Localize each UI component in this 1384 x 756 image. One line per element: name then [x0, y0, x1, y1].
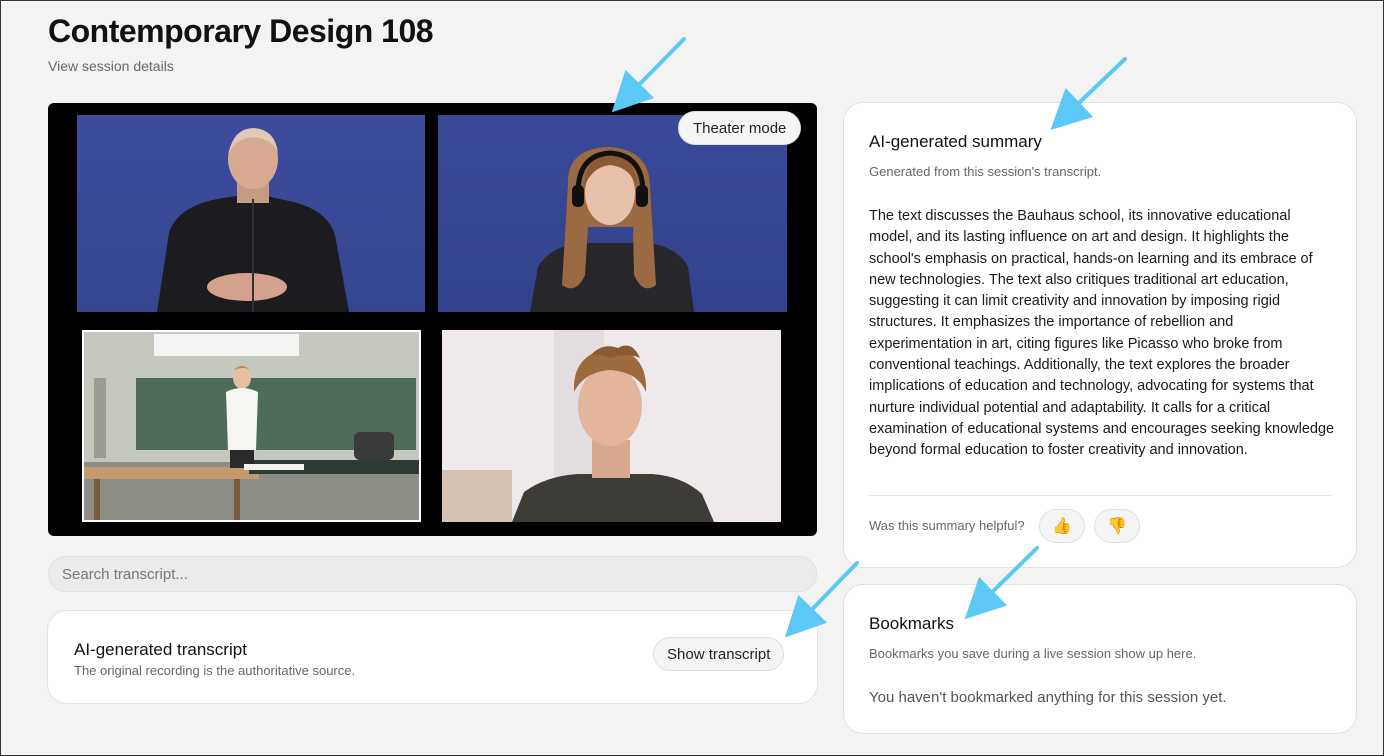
- bookmarks-title: Bookmarks: [869, 614, 955, 633]
- summary-subtitle: Generated from this session's transcript…: [869, 164, 1102, 179]
- page-subtitle: View session details: [48, 58, 174, 74]
- search-transcript-input[interactable]: [48, 556, 817, 592]
- summary-text: The text discusses the Bauhaus school, i…: [869, 208, 1335, 459]
- student-image: [442, 330, 781, 522]
- bookmarks-card: Bookmarks Bookmarks you save during a li…: [843, 584, 1357, 734]
- helpful-prompt: Was this summary helpful?: [869, 518, 1025, 533]
- classroom-lecturer-image: [84, 332, 419, 520]
- transcript-card: AI-generated transcript The original rec…: [47, 610, 818, 704]
- bookmarks-subtitle: Bookmarks you save during a live session…: [869, 646, 1197, 661]
- transcript-subtitle: The original recording is the authoritat…: [74, 663, 356, 678]
- summary-title: AI-generated summary: [869, 132, 1042, 151]
- video-tile-classroom: [82, 330, 421, 522]
- app-window: Contemporary Design 108 View session det…: [0, 0, 1384, 756]
- theater-mode-button[interactable]: Theater mode: [678, 111, 802, 145]
- video-player[interactable]: Theater mode: [48, 103, 817, 536]
- thumbs-down-icon: 👎: [1107, 518, 1127, 535]
- video-tile-interpreter-1: [77, 115, 425, 312]
- video-tile-student: [442, 330, 781, 522]
- thumbs-down-button[interactable]: 👎: [1094, 509, 1140, 543]
- thumbs-up-button[interactable]: 👍: [1039, 509, 1085, 543]
- page-title: Contemporary Design 108: [48, 13, 434, 49]
- transcript-title: AI-generated transcript: [74, 640, 247, 659]
- thumbs-up-icon: 👍: [1052, 518, 1072, 535]
- show-transcript-button[interactable]: Show transcript: [653, 637, 785, 671]
- arrow-to-video: [611, 37, 686, 113]
- divider: [869, 495, 1332, 496]
- bookmarks-empty-state: You haven't bookmarked anything for this…: [869, 689, 1227, 706]
- summary-card: AI-generated summary Generated from this…: [843, 102, 1357, 568]
- interpreter-man-image: [157, 128, 349, 312]
